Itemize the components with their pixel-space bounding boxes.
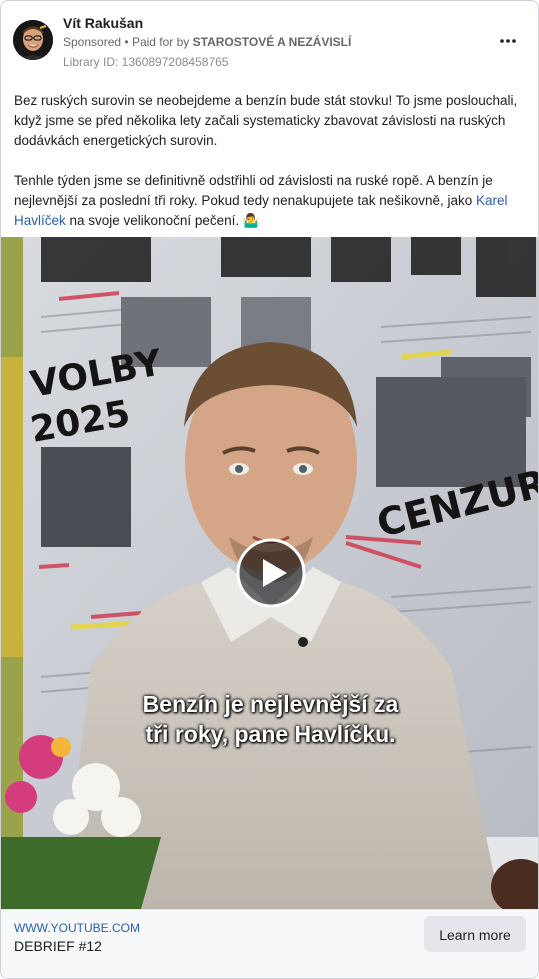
shrug-emoji: 🤷‍♂️	[242, 213, 260, 228]
link-preview[interactable]: WWW.YOUTUBE.COM DEBRIEF #12 Learn more	[1, 909, 538, 978]
avatar-image	[13, 20, 53, 60]
play-icon	[236, 538, 306, 608]
link-domain[interactable]: WWW.YOUTUBE.COM	[14, 921, 140, 935]
play-button[interactable]	[235, 537, 307, 609]
learn-more-button[interactable]: Learn more	[424, 916, 526, 952]
post-text: Bez ruských surovin se neobejdeme a benz…	[14, 91, 526, 251]
subtitle-line-2: tři roky, pane Havlíčku.	[145, 721, 396, 747]
paragraph-2-end: na svoje velikonoční pečení.	[65, 213, 240, 228]
post-header: Vít Rakušan Sponsored • Paid for by STAR…	[1, 1, 538, 81]
author-avatar[interactable]	[13, 20, 53, 60]
author-name[interactable]: Vít Rakušan	[63, 15, 143, 31]
subtitle-line-1: Benzín je nejlevnější za	[142, 691, 399, 717]
video-subtitle: Benzín je nejlevnější za tři roky, pane …	[1, 689, 538, 749]
ad-card: Vít Rakušan Sponsored • Paid for by STAR…	[0, 0, 539, 979]
library-id: Library ID: 1360897208458765	[63, 55, 229, 69]
post-paragraph-1: Bez ruských surovin se neobejdeme a benz…	[14, 93, 518, 148]
more-horizontal-icon	[500, 39, 516, 43]
post-paragraph-2: Tenhle týden jsme se definitivně odstřih…	[14, 171, 526, 231]
more-options-button[interactable]	[496, 29, 520, 53]
payer-name[interactable]: STAROSTOVÉ A NEZÁVISLÍ	[193, 35, 352, 49]
paid-for-prefix: Paid for by	[131, 35, 190, 49]
sponsored-meta: Sponsored • Paid for by STAROSTOVÉ A NEZ…	[63, 35, 351, 49]
sponsored-label: Sponsored	[63, 35, 122, 49]
link-headline[interactable]: DEBRIEF #12	[14, 938, 102, 954]
paragraph-2-start: Tenhle týden jsme se definitivně odstřih…	[14, 173, 493, 208]
meta-separator: •	[124, 35, 132, 49]
